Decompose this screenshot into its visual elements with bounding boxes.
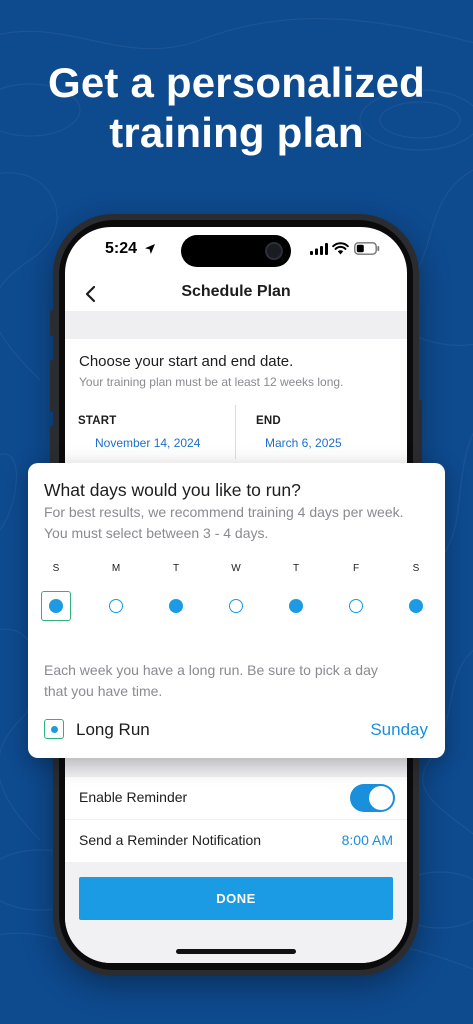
day-column-sunday: S [41, 563, 71, 623]
day-label: W [231, 563, 241, 574]
long-run-label: Long Run [76, 720, 150, 739]
day-label: M [111, 563, 121, 574]
phone-volume-up [50, 360, 54, 412]
cellular-signal-icon [310, 243, 328, 255]
section-spacer [65, 311, 407, 339]
day-selector-monday[interactable] [101, 591, 131, 621]
navigation-bar: Schedule Plan [65, 275, 407, 313]
enable-reminder-label: Enable Reminder [79, 789, 188, 805]
date-question: Choose your start and end date. [79, 353, 294, 370]
date-range-section: Choose your start and end date. Your tra… [65, 339, 407, 469]
run-days-title: What days would you like to run? [44, 480, 301, 500]
enable-reminder-toggle[interactable] [350, 784, 395, 812]
day-selector-friday[interactable] [341, 591, 371, 621]
selected-dot [289, 599, 303, 613]
reminder-time-value[interactable]: 8:00 AM [342, 832, 393, 848]
page-title: Schedule Plan [181, 283, 291, 300]
day-label: S [412, 563, 420, 574]
start-date-label: START [78, 415, 117, 427]
date-requirement-note: Your training plan must be at least 12 w… [79, 375, 344, 389]
selected-dot [50, 725, 58, 733]
selected-dot [49, 599, 63, 613]
phone-silent-switch [50, 310, 54, 336]
end-date-label: END [256, 415, 281, 427]
unselected-dot [349, 599, 363, 613]
enable-reminder-row: Enable Reminder [65, 777, 407, 819]
day-column-tuesday: T [161, 563, 191, 623]
headline-line-2: training plan [109, 109, 364, 156]
battery-icon [354, 242, 380, 255]
done-button[interactable]: DONE [79, 877, 393, 920]
day-column-monday: M [101, 563, 131, 623]
selected-dot [409, 599, 423, 613]
day-column-friday: F [341, 563, 371, 623]
end-date-value[interactable]: March 6, 2025 [265, 436, 342, 450]
day-selector-thursday[interactable] [281, 591, 311, 621]
day-selector-saturday[interactable] [401, 591, 431, 621]
reminder-section: Enable Reminder Send a Reminder Notifica… [65, 745, 407, 963]
day-column-thursday: T [281, 563, 311, 623]
toggle-knob [369, 786, 393, 810]
day-label: F [352, 563, 360, 574]
headline-line-1: Get a personalized [47, 59, 426, 106]
long-run-radio[interactable] [44, 719, 64, 739]
day-label: S [52, 563, 60, 574]
location-arrow-icon [145, 244, 155, 254]
reminder-time-row[interactable]: Send a Reminder Notification 8:00 AM [65, 820, 407, 862]
status-time: 5:24 [105, 240, 138, 257]
long-run-day-picker[interactable]: Sunday [370, 720, 428, 740]
dynamic-island [181, 235, 291, 267]
status-bar: 5:24 [65, 227, 407, 275]
day-column-saturday: S [401, 563, 431, 623]
day-label: T [172, 563, 180, 574]
selected-dot [169, 599, 183, 613]
day-selector-wednesday[interactable] [221, 591, 251, 621]
home-indicator [176, 949, 296, 954]
start-date-value[interactable]: November 14, 2024 [95, 436, 200, 450]
long-run-description: Each week you have a long run. Be sure t… [44, 662, 378, 699]
reminder-time-label: Send a Reminder Notification [79, 832, 262, 848]
day-column-wednesday: W [221, 563, 251, 623]
day-label: T [292, 563, 300, 574]
promo-headline: Get a personalized training plan [0, 58, 473, 158]
wifi-icon [332, 242, 349, 255]
run-days-description: For best results, we recommend training … [44, 504, 404, 541]
day-selector-sunday[interactable] [41, 591, 71, 621]
run-days-card: What days would you like to run? For bes… [28, 463, 445, 758]
day-selector-tuesday[interactable] [161, 591, 191, 621]
unselected-dot [109, 599, 123, 613]
date-divider [235, 405, 236, 459]
unselected-dot [229, 599, 243, 613]
camera-icon [265, 242, 283, 260]
